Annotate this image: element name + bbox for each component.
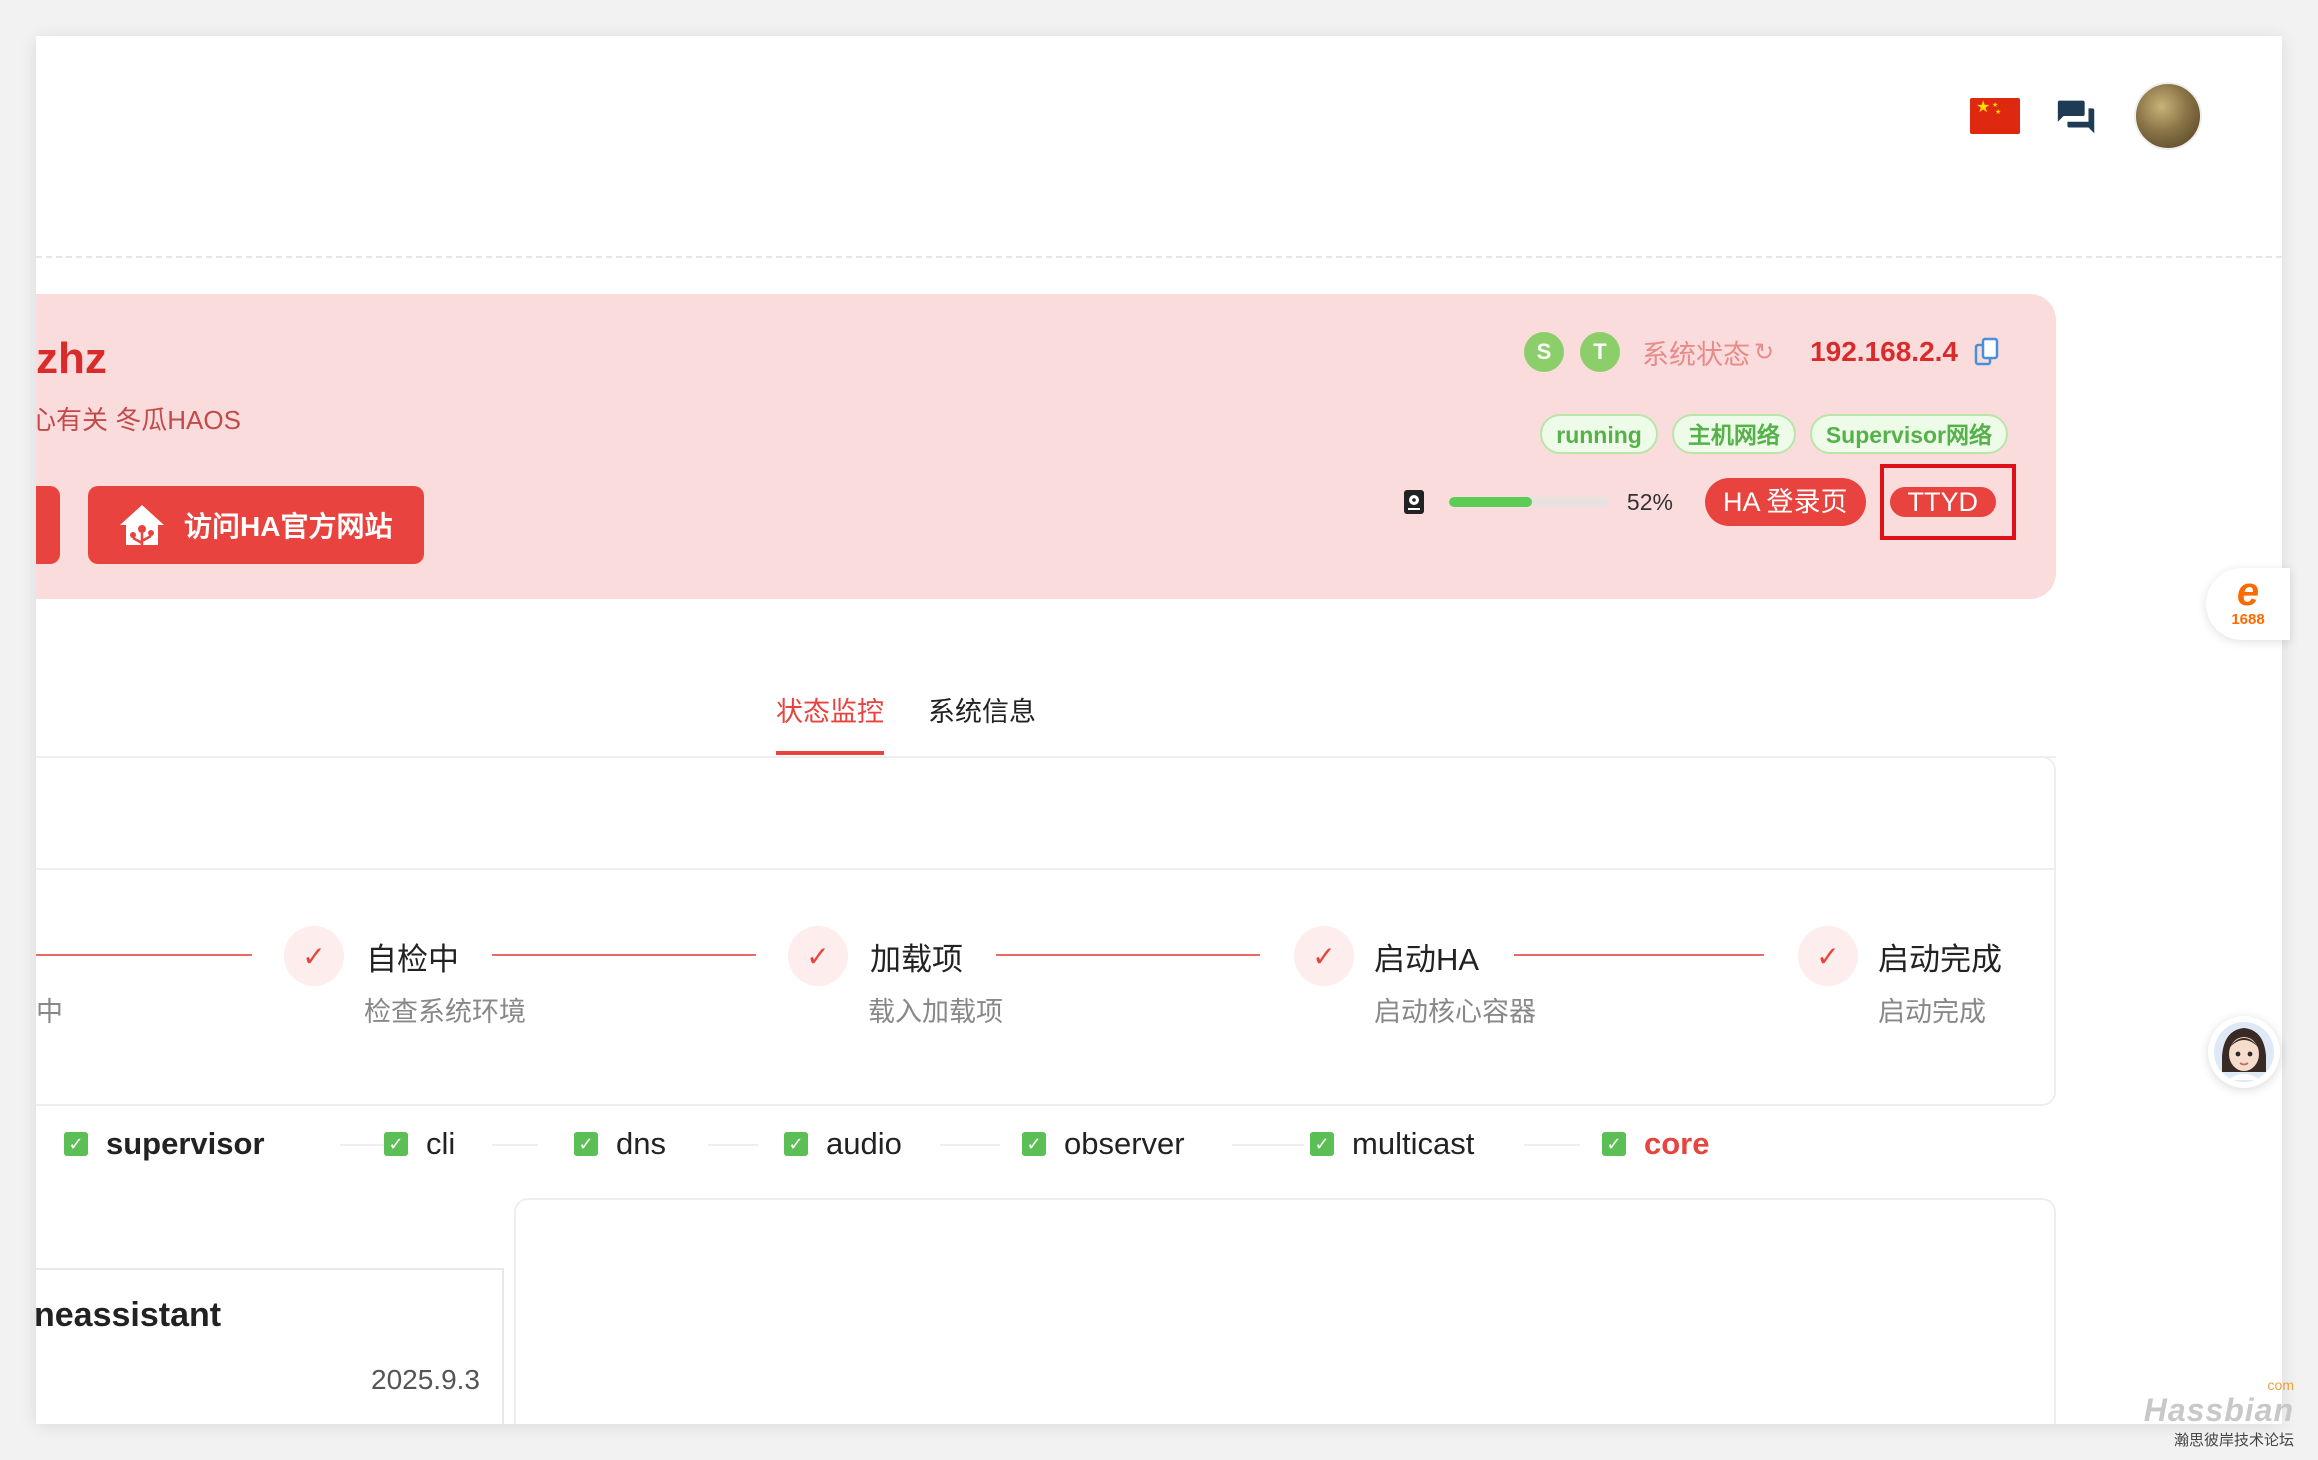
device-title: zhz — [36, 334, 107, 383]
device-subtitle: 心有关 冬瓜HAOS — [36, 405, 241, 435]
disk-usage-bar — [1448, 497, 1609, 507]
system-status-label: 系统状态 — [1641, 339, 1750, 370]
container-version: 2025.9.3 — [371, 1364, 480, 1395]
system-status[interactable]: 系统状态 ↻ — [1642, 333, 1774, 372]
watermark-com: com — [2267, 1377, 2294, 1393]
service-label: supervisor — [106, 1126, 265, 1161]
disk-usage-fill — [1448, 497, 1533, 507]
step-5-title: 启动完成 — [1878, 942, 2002, 977]
service-supervisor[interactable]: ✓ supervisor — [64, 1126, 265, 1162]
ttyd-highlight-box: TTYD — [1879, 464, 2016, 540]
tag-supervisor-network: Supervisor网络 — [1809, 414, 2008, 454]
status-badge-s: S — [1523, 332, 1564, 372]
widget-1688-label: 1688 — [2231, 611, 2265, 628]
step-2-desc: 检查系统环境 — [364, 997, 526, 1027]
tag-host-network: 主机网络 — [1671, 414, 1796, 454]
tab-bar: 状态监控 系统信息 — [36, 626, 2056, 758]
step-connector — [36, 954, 252, 956]
startup-steps-card — [36, 756, 2056, 1106]
service-label: cli — [426, 1126, 456, 1161]
avatar[interactable] — [2134, 82, 2202, 150]
service-label: observer — [1064, 1126, 1185, 1161]
check-icon: ✓ — [64, 1132, 88, 1156]
service-label: dns — [616, 1126, 666, 1161]
service-multicast[interactable]: ✓ multicast — [1310, 1126, 1474, 1162]
service-label: multicast — [1352, 1126, 1475, 1161]
service-core[interactable]: ✓ core — [1602, 1126, 1709, 1162]
step-connector — [996, 954, 1260, 956]
visit-ha-site-button[interactable]: 访问HA官方网站 — [88, 486, 425, 564]
step-3-title: 加载项 — [870, 942, 963, 977]
step-connector — [492, 954, 756, 956]
tab-system-info[interactable]: 系统信息 — [928, 690, 1036, 751]
header-divider — [36, 256, 2282, 258]
step-2-check-icon: ✓ — [284, 926, 344, 986]
step-4-desc: 启动核心容器 — [1374, 997, 1536, 1027]
step-5-desc: 启动完成 — [1878, 997, 1986, 1027]
ip-address: 192.168.2.4 — [1810, 336, 1958, 367]
watermark: com Hassbian 瀚思彼岸技术论坛 — [2144, 1378, 2294, 1450]
disk-icon — [1403, 490, 1424, 514]
detail-panel — [514, 1198, 2056, 1424]
service-dns[interactable]: ✓ dns — [574, 1126, 666, 1162]
ttyd-button[interactable]: TTYD — [1889, 487, 1996, 517]
status-row: S T 系统状态 ↻ 192.168.2.4 — [1523, 332, 2000, 372]
check-icon: ✓ — [384, 1132, 408, 1156]
step-4-check-icon: ✓ — [1294, 926, 1354, 986]
step-5-check-icon: ✓ — [1798, 926, 1858, 986]
top-actions: ★ ★ ★ — [1970, 82, 2202, 150]
tab-status-monitor[interactable]: 状态监控 — [776, 690, 884, 755]
service-label: audio — [826, 1126, 902, 1161]
service-observer[interactable]: ✓ observer — [1022, 1126, 1185, 1162]
partial-action-button[interactable] — [36, 486, 60, 564]
assistant-avatar-icon — [2214, 1022, 2274, 1082]
service-label: core — [1644, 1126, 1710, 1161]
check-icon: ✓ — [1022, 1132, 1046, 1156]
disk-usage-label: 52% — [1626, 488, 1673, 515]
chat-icon[interactable] — [2054, 93, 2100, 139]
device-banner: zhz 心有关 冬瓜HAOS 访问HA官方网站 S T 系统状态 ↻ 192.1… — [36, 294, 2056, 599]
check-icon: ✓ — [574, 1132, 598, 1156]
step-3-desc: 载入加载项 — [868, 997, 1003, 1027]
container-name: neassistant — [36, 1296, 222, 1334]
status-badge-t: T — [1579, 332, 1620, 372]
service-audio[interactable]: ✓ audio — [784, 1126, 902, 1162]
copy-icon[interactable] — [1974, 337, 2000, 367]
ha-login-button[interactable]: HA 登录页 — [1704, 478, 1866, 526]
container-card[interactable]: neassistant 2025.9.3 — [36, 1268, 504, 1424]
step-2-title: 自检中 — [366, 942, 459, 977]
status-tags: running 主机网络 Supervisor网络 — [1540, 414, 2008, 454]
refresh-icon[interactable]: ↻ — [1754, 338, 1774, 367]
home-assistant-icon — [120, 505, 164, 545]
step-3-check-icon: ✓ — [788, 926, 848, 986]
check-icon: ✓ — [784, 1132, 808, 1156]
check-icon: ✓ — [1310, 1132, 1334, 1156]
service-cli[interactable]: ✓ cli — [384, 1126, 455, 1162]
china-flag-icon[interactable]: ★ ★ ★ — [1970, 98, 2020, 134]
step-connector — [1514, 954, 1764, 956]
check-icon: ✓ — [1602, 1132, 1626, 1156]
watermark-tagline: 瀚思彼岸技术论坛 — [2173, 1432, 2294, 1449]
watermark-brand: Hassbian — [2143, 1392, 2294, 1428]
visit-ha-site-label: 访问HA官方网站 — [184, 511, 393, 542]
assistant-avatar-button[interactable] — [2208, 1016, 2280, 1088]
step-1-desc: 中 — [36, 997, 63, 1027]
app-window: ★ ★ ★ zhz 心有关 冬瓜HAOS 访问HA官方网站 S T 系统状态 ↻… — [36, 36, 2282, 1424]
tag-running: running — [1540, 414, 1658, 454]
alibaba-logo-icon: e — [2236, 570, 2260, 614]
floating-1688-widget[interactable]: e 1688 — [2206, 568, 2290, 640]
action-row: 52% HA 登录页 TTYD — [1403, 464, 2016, 540]
step-4-title: 启动HA — [1374, 942, 1480, 977]
